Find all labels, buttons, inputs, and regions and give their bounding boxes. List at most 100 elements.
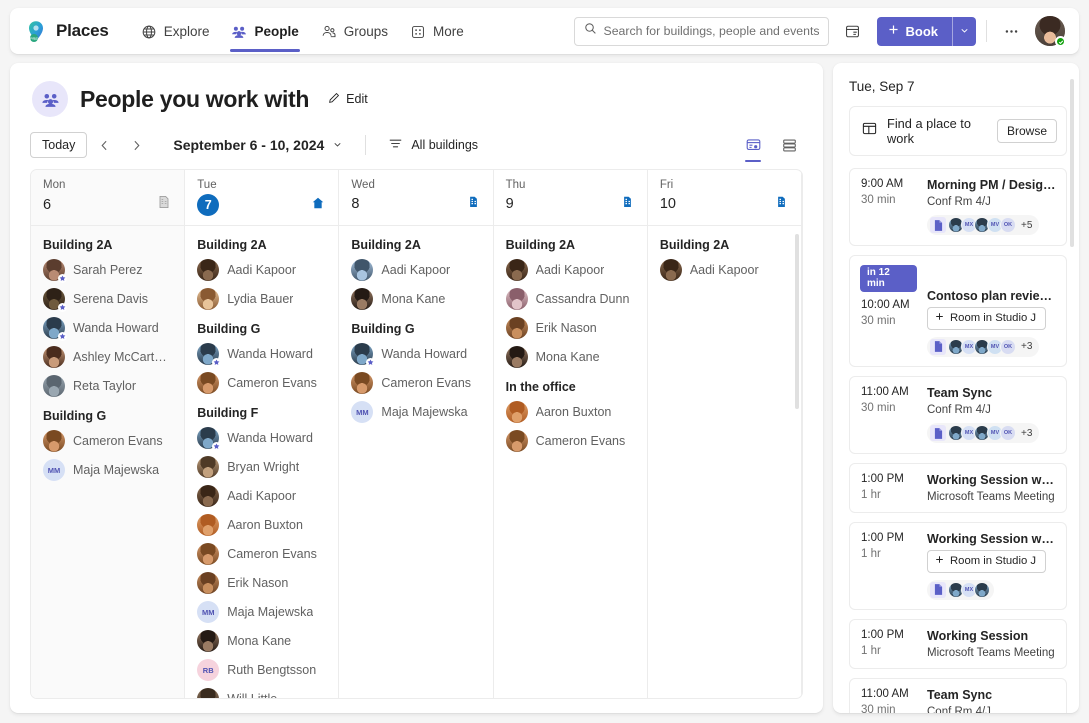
previous-week-button[interactable] [89,131,119,159]
calendar-view-icon-button[interactable] [839,17,867,45]
person-avatar [197,630,219,652]
attendee-avatar-initials: OK [1000,339,1016,355]
person-name: Erik Nason [227,576,288,590]
week-grid-scrollbar[interactable] [795,234,799,409]
search-icon [584,22,597,40]
agenda-event[interactable]: 1:00 PM1 hrWorking SessionMicrosoft Team… [849,619,1067,669]
person-row[interactable]: Wanda Howard [197,343,326,365]
person-name: Mona Kane [227,634,291,648]
person-row[interactable]: Aadi Kapoor [351,259,480,281]
person-row[interactable]: Cameron Evans [197,543,326,565]
person-avatar [197,514,219,536]
person-name: Aadi Kapoor [381,263,450,277]
list-view-toggle[interactable] [775,132,803,158]
book-dropdown-button[interactable] [952,17,976,46]
add-room-button[interactable]: Room in Studio J [927,550,1046,573]
event-duration: 1 hr [861,645,917,657]
person-row[interactable]: MMMaja Majewska [351,401,480,423]
person-row[interactable]: Cameron Evans [197,372,326,394]
find-a-place-card[interactable]: Find a place to work Browse [849,106,1067,156]
person-row[interactable]: Cameron Evans [506,430,635,452]
building-filter[interactable]: All buildings [382,132,484,158]
event-start-time: 11:00 AM [861,688,917,700]
browse-button[interactable]: Browse [997,119,1057,143]
day-body-thu: Building 2AAadi KapoorCassandra DunnErik… [494,226,647,698]
page-header: People you work with Edit [10,77,823,117]
book-button[interactable]: Book [877,17,953,46]
person-row[interactable]: MMMaja Majewska [197,601,326,623]
person-row[interactable]: Lydia Bauer [197,288,326,310]
person-name: Aadi Kapoor [690,263,759,277]
nav-item-more[interactable]: More [400,18,474,45]
person-row[interactable]: Aaron Buxton [197,514,326,536]
person-row[interactable]: Mona Kane [351,288,480,310]
attendee-facepile[interactable]: MX [927,580,994,600]
person-row[interactable]: Mona Kane [506,346,635,368]
agenda-scrollbar[interactable] [1070,79,1074,247]
nav-item-people[interactable]: People [221,18,308,45]
more-options-button[interactable] [997,17,1025,45]
person-row[interactable]: Aadi Kapoor [197,259,326,281]
chevron-down-icon [959,24,970,39]
person-row[interactable]: Serena Davis [43,288,172,310]
person-row[interactable]: Aaron Buxton [506,401,635,423]
attendee-facepile[interactable]: MXMVOK+3 [927,423,1039,443]
event-time-column: 11:00 AM30 min [861,386,917,444]
search-input[interactable] [604,24,819,38]
agenda-event[interactable]: 9:00 AM30 minMorning PM / Design SyncCon… [849,168,1067,246]
building-filter-label: All buildings [411,138,478,152]
person-row[interactable]: Wanda Howard [351,343,480,365]
workspace-icon [861,120,878,142]
today-button[interactable]: Today [30,132,87,158]
day-body-fri: Building 2AAadi Kapoor [648,226,801,698]
person-row[interactable]: RBRuth Bengtsson [197,659,326,681]
date-range-picker[interactable]: September 6 - 10, 2024 [167,133,349,157]
person-row[interactable]: Erik Nason [506,317,635,339]
attendee-facepile[interactable]: MXMVOK+5 [927,215,1039,235]
person-row[interactable]: Mona Kane [197,630,326,652]
person-avatar [43,346,65,368]
day-number: 6 [43,197,51,213]
add-room-button[interactable]: Room in Studio J [927,307,1046,330]
week-grid-wrapper: Mon 6 Building [10,169,823,713]
person-row[interactable]: Wanda Howard [43,317,172,339]
search-box[interactable] [574,17,829,46]
person-row[interactable]: Bryan Wright [197,456,326,478]
person-row[interactable]: Cassandra Dunn [506,288,635,310]
agenda-event[interactable]: 11:00 AM30 minTeam SyncConf Rm 4/JMXMVOK… [849,376,1067,454]
person-row[interactable]: Will Little [197,688,326,698]
person-row[interactable]: MMMaja Majewska [43,459,172,481]
person-name: Sarah Perez [73,263,142,277]
person-row[interactable]: Aadi Kapoor [197,485,326,507]
agenda-event[interactable]: 1:00 PM1 hrWorking Session with a very..… [849,522,1067,611]
person-name: Aadi Kapoor [227,489,296,503]
people-view-toggle[interactable] [739,132,767,158]
agenda-event[interactable]: 11:00 AM30 minTeam SyncConf Rm 4/JMXMVOK… [849,678,1067,713]
person-row[interactable]: Cameron Evans [351,372,480,394]
people-main-panel: People you work with Edit Today [10,63,823,713]
person-row[interactable]: Aadi Kapoor [506,259,635,281]
attendee-overflow-count: +3 [1021,428,1032,439]
person-row[interactable]: Sarah Perez [43,259,172,281]
person-avatar [506,259,528,281]
person-row[interactable]: Reta Taylor [43,375,172,397]
presence-available-icon [1055,36,1066,47]
day-of-week-label: Tue [197,179,326,191]
brand-logo-area[interactable]: PRE Places [24,19,109,43]
person-row[interactable]: Cameron Evans [43,430,172,452]
person-row[interactable]: Erik Nason [197,572,326,594]
avatar[interactable] [1035,16,1065,46]
agenda-event[interactable]: in 12 min10:00 AM30 minContoso plan revi… [849,255,1067,368]
event-details: Team SyncConf Rm 4/JMXMVOK+3 [927,386,1056,444]
nav-item-groups[interactable]: Groups [311,18,398,45]
nav-item-explore[interactable]: Explore [131,18,220,45]
edit-button[interactable]: Edit [321,87,374,112]
person-row[interactable]: Ashley McCarthey [43,346,172,368]
nav-item-more-label: More [433,24,464,39]
person-row[interactable]: Wanda Howard [197,427,326,449]
person-row[interactable]: Aadi Kapoor [660,259,789,281]
agenda-event[interactable]: 1:00 PM1 hrWorking Session with a very..… [849,463,1067,513]
attendee-facepile[interactable]: MXMVOK+3 [927,337,1039,357]
next-week-button[interactable] [121,131,151,159]
person-avatar [197,485,219,507]
